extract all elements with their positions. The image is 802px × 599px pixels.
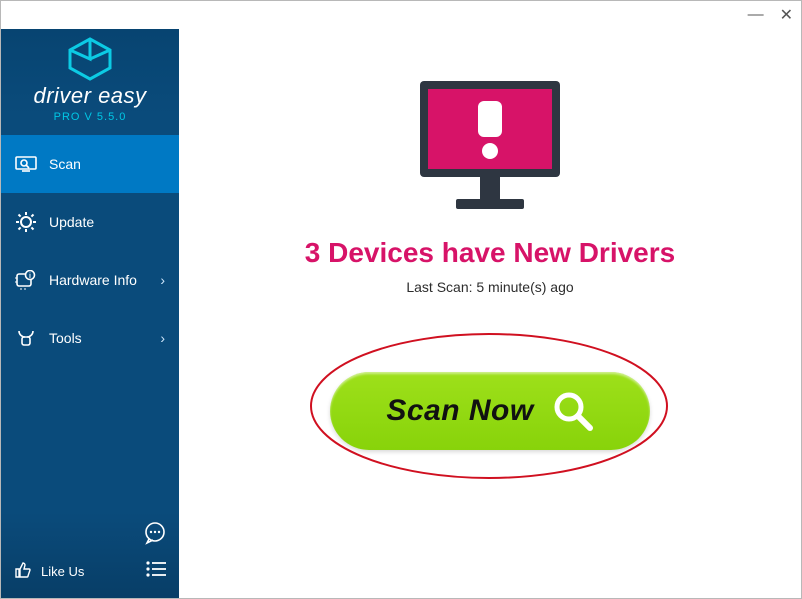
brand-name: driver easy (1, 83, 179, 109)
minimize-button[interactable]: — (748, 6, 764, 24)
chevron-right-icon: › (160, 272, 165, 288)
status-headline: 3 Devices have New Drivers (305, 237, 675, 269)
nav-scan-label: Scan (49, 156, 81, 172)
nav-scan[interactable]: Scan (1, 135, 179, 193)
nav-update-label: Update (49, 214, 94, 230)
close-button[interactable]: ✕ (780, 5, 793, 25)
scan-now-label: Scan Now (386, 394, 533, 428)
main-content: 3 Devices have New Drivers Last Scan: 5 … (179, 29, 801, 598)
tools-icon (15, 327, 37, 349)
like-us-label: Like Us (41, 564, 84, 579)
brand-version: PRO V 5.5.0 (1, 111, 179, 123)
gear-icon (15, 211, 37, 233)
hardware-icon: i (15, 269, 37, 291)
scan-nav-icon (15, 153, 37, 175)
titlebar: — ✕ (1, 1, 801, 29)
nav-hardware-label: Hardware Info (49, 272, 137, 288)
svg-text:i: i (29, 273, 31, 280)
nav-hardware-info[interactable]: i Hardware Info › (1, 251, 179, 309)
brand: driver easy PRO V 5.5.0 (1, 29, 179, 129)
nav-tools[interactable]: Tools › (1, 309, 179, 367)
menu-list-icon[interactable] (145, 560, 167, 583)
monitor-alert-icon (400, 73, 580, 223)
like-us-button[interactable]: Like Us (13, 560, 84, 583)
nav: Scan Update (1, 135, 179, 367)
scan-now-button[interactable]: Scan Now (330, 372, 650, 450)
nav-tools-label: Tools (49, 330, 82, 346)
thumbs-up-icon (13, 560, 33, 583)
magnifier-icon (552, 390, 594, 432)
brand-logo-icon (1, 37, 179, 81)
last-scan-text: Last Scan: 5 minute(s) ago (406, 279, 573, 295)
chevron-right-icon: › (160, 330, 165, 346)
sidebar: driver easy PRO V 5.5.0 Scan (1, 29, 179, 598)
nav-update[interactable]: Update (1, 193, 179, 251)
feedback-icon[interactable] (143, 521, 167, 550)
